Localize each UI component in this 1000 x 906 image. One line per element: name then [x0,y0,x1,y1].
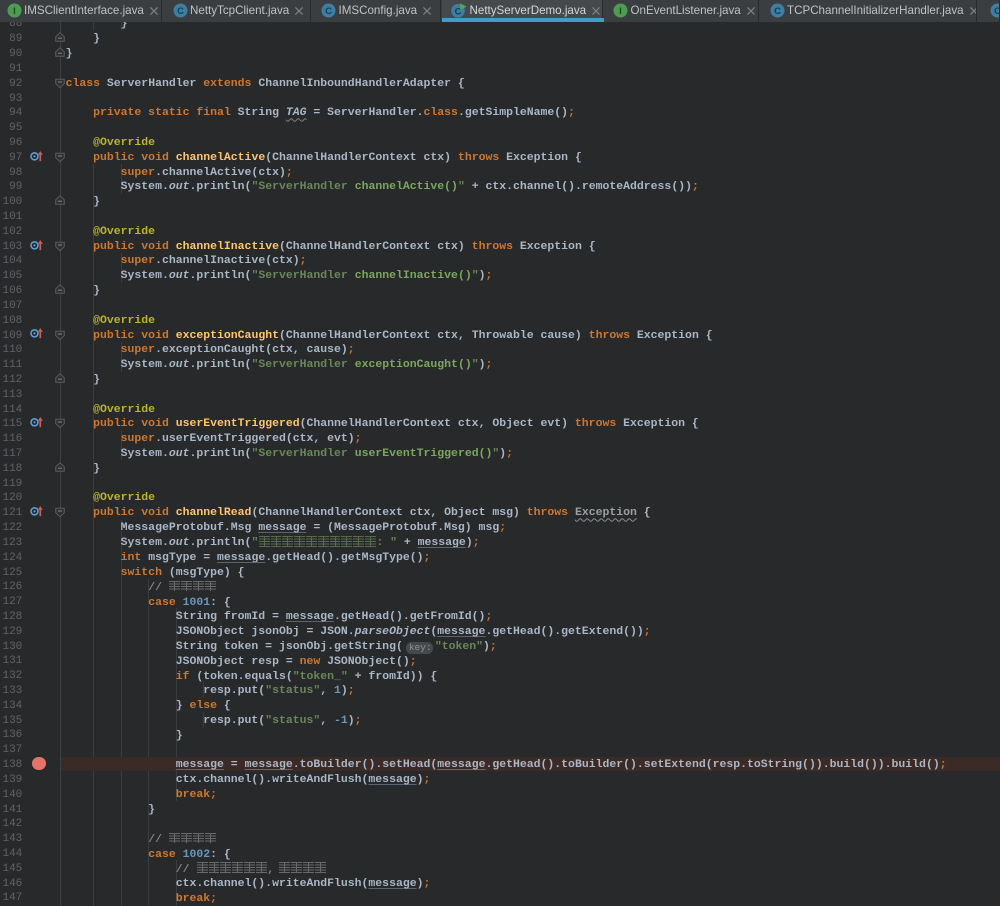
svg-text:C: C [325,6,332,17]
svg-text:I: I [619,6,622,17]
svg-text:C: C [994,6,1000,17]
svg-text:C: C [774,6,781,17]
svg-text:C: C [177,6,184,17]
svg-text:I: I [13,6,16,17]
